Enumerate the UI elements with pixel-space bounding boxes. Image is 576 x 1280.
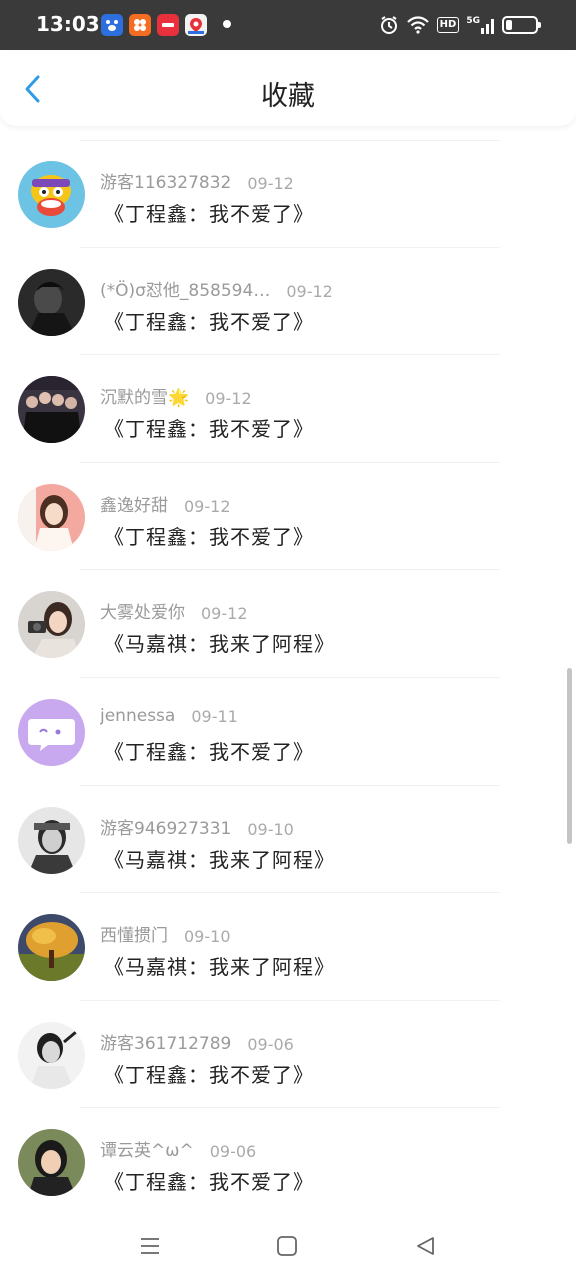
item-title: 《马嘉祺：我来了阿程》 xyxy=(104,955,335,980)
system-nav-bar xyxy=(0,1215,576,1280)
alarm-icon xyxy=(380,16,397,34)
item-meta: (*Ö)σ怼他_858594… 09-12 xyxy=(100,276,333,301)
avatar[interactable] xyxy=(18,591,85,659)
battery-level xyxy=(506,20,512,30)
battery-icon xyxy=(502,16,541,34)
item-meta: 西懂掼门 09-10 xyxy=(100,921,231,946)
user-name: 大雾处爱你 xyxy=(100,603,185,624)
avatar[interactable] xyxy=(18,161,85,228)
user-name: 沉默的雪🌟 xyxy=(100,388,190,409)
user-name: 谭云英^ω^ xyxy=(100,1141,194,1162)
item-date: 09-12 xyxy=(286,281,333,301)
favorite-list-item[interactable]: 游客946927331 09-10 《马嘉祺：我来了阿程》 xyxy=(0,786,576,894)
item-date: 09-12 xyxy=(247,174,294,193)
notification-dot xyxy=(223,20,231,28)
item-meta: 游客361712789 09-06 xyxy=(100,1029,294,1054)
favorite-list-item[interactable]: 西懂掼门 09-10 《马嘉祺：我来了阿程》 xyxy=(0,893,576,1001)
favorite-list-item[interactable]: 鑫逸好甜 09-12 《丁程鑫：我不爱了》 xyxy=(0,463,576,571)
user-name: 游客361712789 xyxy=(100,1033,232,1054)
avatar[interactable] xyxy=(18,376,85,444)
item-title: 《丁程鑫：我不爱了》 xyxy=(104,309,314,334)
favorite-list-item[interactable]: jennessa 09-11 《丁程鑫：我不爱了》 xyxy=(0,678,576,786)
user-name: (*Ö)σ怼他_858594… xyxy=(100,280,271,301)
orange-app-icon xyxy=(129,14,151,36)
map-app-icon xyxy=(185,14,207,36)
avatar[interactable] xyxy=(18,268,85,336)
signal-icon xyxy=(481,19,494,34)
user-name: 西懂掼门 xyxy=(100,926,168,947)
item-date: 09-10 xyxy=(247,819,294,839)
item-title: 《丁程鑫：我不爱了》 xyxy=(104,202,314,226)
item-date: 09-12 xyxy=(205,389,252,409)
page-title: 收藏 xyxy=(261,81,315,112)
user-name: 游客116327832 xyxy=(100,173,232,193)
item-meta: 沉默的雪🌟 09-12 xyxy=(100,383,252,408)
item-title: 《丁程鑫：我不爱了》 xyxy=(104,417,314,442)
favorite-list-item[interactable]: 谭云英^ω^ 09-06 《丁程鑫：我不爱了》 xyxy=(0,1108,576,1215)
wifi-icon xyxy=(406,16,429,34)
menu-icon xyxy=(141,1238,159,1254)
item-title: 《丁程鑫：我不爱了》 xyxy=(104,524,314,549)
item-meta: jennessa 09-11 xyxy=(100,706,238,726)
status-indicators: HD 5G xyxy=(379,13,541,37)
item-title: 《丁程鑫：我不爱了》 xyxy=(104,740,314,764)
item-title: 《丁程鑫：我不爱了》 xyxy=(104,1170,314,1195)
back-triangle-icon xyxy=(417,1237,434,1255)
avatar[interactable] xyxy=(18,1021,85,1089)
item-title: 《丁程鑫：我不爱了》 xyxy=(104,1062,314,1087)
item-meta: 鑫逸好甜 09-12 xyxy=(100,491,231,516)
item-date: 09-10 xyxy=(184,927,231,947)
item-date: 09-12 xyxy=(184,496,231,516)
item-date: 09-06 xyxy=(209,1142,257,1162)
signal-indicator: 5G xyxy=(466,16,495,34)
status-time: 13:03 xyxy=(36,12,100,36)
favorite-list-item[interactable]: (*Ö)σ怼他_858594… 09-12 《丁程鑫：我不爱了》 xyxy=(0,248,576,356)
favorite-list-item[interactable]: 大雾处爱你 09-12 《马嘉祺：我来了阿程》 xyxy=(0,570,576,678)
user-name: 鑫逸好甜 xyxy=(100,495,168,516)
avatar[interactable] xyxy=(18,1129,85,1197)
item-date: 09-11 xyxy=(191,707,238,726)
user-name: jennessa xyxy=(100,706,176,726)
item-title: 《马嘉祺：我来了阿程》 xyxy=(104,632,335,657)
user-name: 游客946927331 xyxy=(100,818,232,839)
avatar[interactable] xyxy=(18,914,85,982)
avatar[interactable] xyxy=(18,483,85,551)
red-app-icon xyxy=(157,14,179,36)
status-bar: 13:03 HD 5G xyxy=(0,0,576,50)
network-label: 5G xyxy=(466,16,480,26)
home-square-icon xyxy=(277,1236,297,1256)
favorite-list-item[interactable]: 游客361712789 09-06 《丁程鑫：我不爱了》 xyxy=(0,1001,576,1109)
header: 收藏 xyxy=(0,52,576,126)
favorite-list-item[interactable]: 游客116327832 09-12 《丁程鑫：我不爱了》 xyxy=(0,140,576,248)
item-date: 09-12 xyxy=(201,604,248,624)
favorites-list[interactable]: 游客116327832 09-12 《丁程鑫：我不爱了》 (*Ö)σ怼他_858594… xyxy=(0,140,576,1215)
item-meta: 游客946927331 09-10 xyxy=(100,814,294,839)
item-meta: 游客116327832 09-12 xyxy=(100,168,294,193)
favorite-list-item[interactable]: 沉默的雪🌟 09-12 《丁程鑫：我不爱了》 xyxy=(0,355,576,463)
home-button[interactable] xyxy=(272,1231,302,1261)
item-title: 《马嘉祺：我来了阿程》 xyxy=(104,847,335,872)
scrollbar[interactable] xyxy=(567,668,572,844)
item-date: 09-06 xyxy=(247,1034,294,1054)
item-meta: 谭云英^ω^ 09-06 xyxy=(100,1136,256,1161)
menu-button[interactable] xyxy=(135,1231,165,1261)
item-meta: 大雾处爱你 09-12 xyxy=(100,598,248,623)
hd-badge: HD xyxy=(436,17,460,33)
baidu-app-icon xyxy=(101,14,123,36)
avatar[interactable] xyxy=(18,806,85,874)
back-nav-button[interactable] xyxy=(410,1231,440,1261)
avatar[interactable] xyxy=(18,699,85,766)
